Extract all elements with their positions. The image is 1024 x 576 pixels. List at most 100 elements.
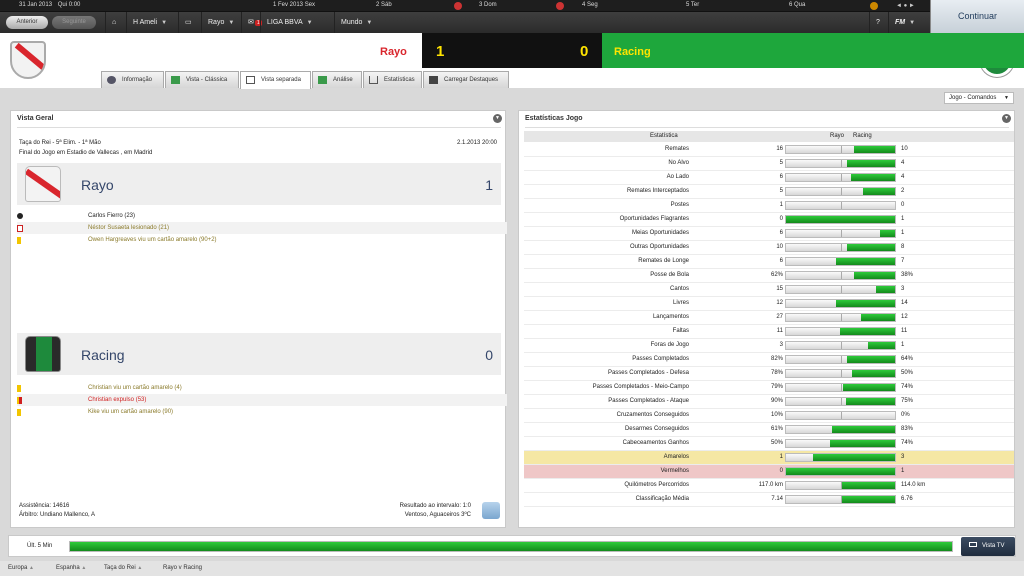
- stat-label: Vermelhos: [660, 468, 689, 474]
- nav-manager-menu[interactable]: H Ameli ▼: [126, 12, 178, 33]
- calendar-day[interactable]: 3 Dom: [479, 2, 497, 8]
- calendar-scroll-icon[interactable]: ◄ ● ►: [896, 3, 915, 9]
- tab-carregar-destaques[interactable]: Carregar Destaques: [423, 71, 509, 88]
- calendar-day[interactable]: 5 Ter: [686, 2, 699, 8]
- inbox-icon[interactable]: ✉ 1: [241, 12, 262, 33]
- tab-vista-classica[interactable]: Vista - Clássica: [165, 71, 239, 88]
- away-team-block: Racing 0: [17, 333, 501, 375]
- red-card-icon: [17, 397, 22, 404]
- stat-away-value: 8: [901, 244, 905, 250]
- chevron-down-icon: ▼: [1004, 95, 1009, 101]
- stat-away-value: 10: [901, 146, 908, 152]
- stat-row: Ao Lado 6 4: [524, 171, 1014, 185]
- stat-label: Oportunidades Flagrantes: [619, 216, 689, 222]
- calendar-day[interactable]: 2 Sáb: [376, 2, 392, 8]
- stat-label: Classificação Média: [635, 496, 689, 502]
- stat-bar-fill: [847, 244, 895, 251]
- nav-world-menu[interactable]: Mundo ▼: [334, 12, 386, 33]
- tab-label: Análise: [333, 77, 353, 83]
- stat-bar-fill: [863, 188, 895, 195]
- tab-informacao[interactable]: Informação: [101, 71, 164, 88]
- calendar-day[interactable]: 1 Fev 2013 Sex: [273, 2, 315, 8]
- stat-home-value: 78%: [770, 370, 783, 376]
- stat-away-value: 6.76: [901, 496, 913, 502]
- view-selector-dropdown[interactable]: Jogo - Comandos ▼: [944, 92, 1014, 104]
- event-text: Néstor Susaeta lesionado (21): [88, 225, 170, 231]
- breadcrumb-label: Taça do Rei: [104, 565, 136, 571]
- stat-row: Oportunidades Flagrantes 0 1: [524, 213, 1014, 227]
- back-button[interactable]: Anterior: [6, 16, 48, 29]
- stat-home-value: 10%: [770, 412, 783, 418]
- stat-home-value: 5: [779, 160, 783, 166]
- breadcrumb-label: Rayo v Racing: [163, 565, 203, 571]
- stat-home-value: 3: [779, 342, 783, 348]
- away-team-name[interactable]: Racing: [614, 46, 651, 58]
- help-icon[interactable]: ?: [869, 12, 887, 33]
- stat-home-value: 79%: [770, 384, 783, 390]
- transfer-icon[interactable]: ▭: [178, 12, 200, 33]
- nav-league-menu[interactable]: LIGA BBVA ▼: [260, 12, 333, 33]
- breadcrumb-item[interactable]: Taça do Rei ▲: [104, 565, 142, 571]
- fm-menu[interactable]: FM ▼: [888, 12, 930, 33]
- breadcrumb-item[interactable]: Rayo v Racing: [163, 565, 202, 571]
- injury-icon: [17, 225, 23, 232]
- stat-away-value: 64%: [901, 356, 914, 362]
- tv-view-button[interactable]: Vista TV: [961, 537, 1015, 556]
- stat-bar-midline: [841, 272, 842, 279]
- stat-bar: [785, 173, 896, 182]
- stat-label: Passes Completados - Ataque: [608, 398, 689, 404]
- timeline-label: Últ. 5 Min: [27, 543, 53, 549]
- tab-label: Vista separada: [261, 77, 301, 83]
- stats-divider: [525, 127, 1009, 128]
- breadcrumb-item[interactable]: Europa ▲: [8, 565, 34, 571]
- calendar-day[interactable]: 4 Seg: [582, 2, 598, 8]
- home-team-label[interactable]: Rayo: [81, 177, 114, 193]
- home-club-badge[interactable]: [10, 41, 46, 79]
- chevron-down-icon: ▼: [228, 20, 235, 26]
- stats-panel: Estatísticas Jogo ▼ Estatística Rayo Rac…: [518, 110, 1015, 528]
- away-team-label[interactable]: Racing: [81, 347, 125, 363]
- event-row: Kike viu um cartão amarelo (90): [17, 406, 507, 418]
- nav-club-menu[interactable]: Rayo ▼: [201, 12, 241, 33]
- stat-label: Cantos: [669, 286, 689, 292]
- forward-button[interactable]: Seguinte: [52, 16, 96, 29]
- overview-divider: [17, 127, 501, 128]
- stats-header-away[interactable]: Racing: [853, 133, 872, 139]
- stat-away-value: 1: [901, 468, 905, 474]
- view-selector-value: Jogo - Comandos: [949, 95, 997, 101]
- tab-vista-separada[interactable]: Vista separada: [240, 71, 311, 89]
- stat-home-value: 0: [779, 468, 783, 474]
- panel-menu-icon[interactable]: ▼: [1002, 114, 1011, 123]
- calendar-day-current[interactable]: 31 Jan 2013 Qui 0:00: [7, 2, 80, 8]
- stats-header-label[interactable]: Estatística: [650, 133, 678, 139]
- calendar-day[interactable]: 6 Qua: [789, 2, 805, 8]
- stat-away-value: 0%: [901, 412, 910, 418]
- timeline-track[interactable]: [69, 541, 953, 552]
- stat-away-value: 74%: [901, 440, 914, 446]
- stat-bar: [785, 425, 896, 434]
- stat-away-value: 11: [901, 328, 908, 334]
- stat-row: Remates de Longe 6 7: [524, 255, 1014, 269]
- panel-menu-icon[interactable]: ▼: [493, 114, 502, 123]
- stat-away-value: 83%: [901, 426, 914, 432]
- home-icon[interactable]: ⌂: [105, 12, 125, 33]
- chevron-up-icon: ▲: [81, 565, 87, 571]
- stat-row: Passes Completados - Defesa 78% 50%: [524, 367, 1014, 381]
- calendar-day-number: 1 Fev 2013: [273, 2, 304, 8]
- stat-label: Ao Lado: [666, 174, 689, 180]
- stat-home-value: 117.0 km: [758, 482, 783, 488]
- event-text: Carlos Fierro (23): [88, 213, 136, 219]
- continue-button[interactable]: Continuar: [930, 0, 1024, 33]
- home-team-name[interactable]: Rayo: [380, 46, 407, 58]
- stat-bar-midline: [841, 174, 842, 181]
- stat-away-value: 2: [901, 188, 905, 194]
- info-icon: [107, 76, 116, 84]
- tab-analise[interactable]: Análise: [312, 71, 362, 88]
- stat-bar: [785, 411, 896, 420]
- stats-header-home[interactable]: Rayo: [830, 133, 844, 139]
- stat-bar-fill: [868, 342, 895, 349]
- breadcrumb-item[interactable]: Espanha ▲: [56, 565, 86, 571]
- tab-estatisticas[interactable]: Estatísticas: [363, 71, 422, 88]
- chevron-down-icon: ▼: [161, 20, 168, 26]
- stat-row: Cruzamentos Conseguidos 10% 0%: [524, 409, 1014, 423]
